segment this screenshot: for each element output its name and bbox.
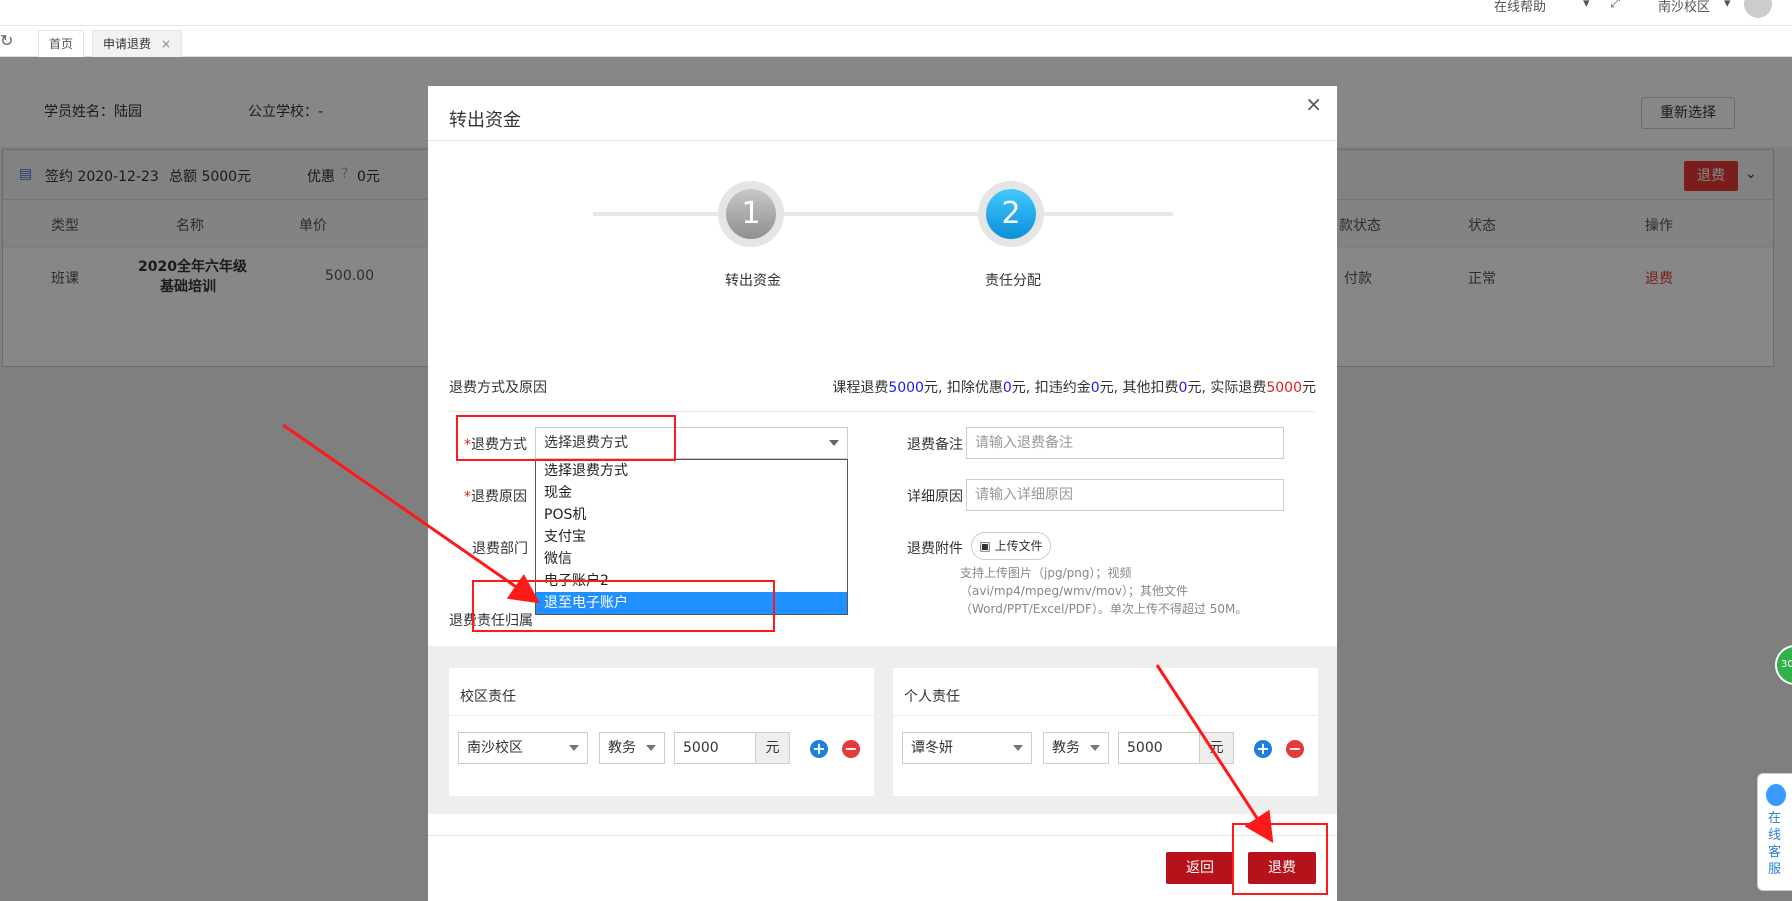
annotation-box bbox=[1232, 823, 1328, 895]
close-icon[interactable]: × bbox=[161, 37, 171, 51]
divider bbox=[893, 715, 1318, 716]
avatar[interactable] bbox=[1744, 0, 1772, 18]
annotation-box bbox=[456, 415, 676, 461]
role-select[interactable]: 教务 bbox=[599, 732, 665, 764]
amount-input[interactable]: 5000 元 bbox=[674, 732, 790, 764]
dept-label: 退费部门 bbox=[472, 541, 528, 557]
close-icon[interactable]: × bbox=[1305, 92, 1322, 116]
chevron-down-icon bbox=[569, 745, 579, 751]
add-icon[interactable]: + bbox=[1254, 740, 1272, 758]
section-title: 退费方式及原因 bbox=[449, 380, 547, 396]
tab-apply-refund[interactable]: 申请退费 × bbox=[92, 30, 183, 57]
campus-responsibility-card: 校区责任 南沙校区 教务 5000 元 + − bbox=[449, 668, 874, 796]
dropdown-option[interactable]: 微信 bbox=[536, 548, 847, 570]
modal-title: 转出资金 bbox=[449, 110, 521, 131]
upload-tip: 支持上传图片（jpg/png）；视频（avi/mp4/mpeg/wmv/mov）… bbox=[960, 566, 1248, 616]
step-progress-line bbox=[593, 212, 1173, 216]
refund-summary: 课程退费5000元, 扣除优惠0元, 扣违约金0元, 其他扣费0元, 实际退费5… bbox=[832, 380, 1316, 396]
divider bbox=[449, 715, 874, 716]
chevron-down-icon[interactable]: ▾ bbox=[1583, 0, 1590, 11]
amount-input[interactable]: 5000 元 bbox=[1118, 732, 1234, 764]
responsibility-area: 校区责任 南沙校区 教务 5000 元 + − 个人责任 谭冬妍 教务 5000 元… bbox=[428, 646, 1337, 814]
chevron-down-icon bbox=[829, 440, 839, 446]
online-service-widget[interactable]: 在线客服 bbox=[1757, 773, 1792, 891]
divider bbox=[449, 411, 1315, 412]
back-button[interactable]: 返回 bbox=[1166, 852, 1234, 884]
dropdown-option[interactable]: 支付宝 bbox=[536, 526, 847, 548]
top-bar: 在线帮助 ▾ ⤢ 南沙校区 ▾ bbox=[0, 0, 1792, 26]
divider bbox=[428, 835, 1337, 836]
person-select[interactable]: 谭冬妍 bbox=[902, 732, 1032, 764]
reason-label: *退费原因 bbox=[464, 489, 527, 505]
remove-icon[interactable]: − bbox=[842, 740, 860, 758]
campus-switch[interactable]: 南沙校区 bbox=[1658, 0, 1710, 15]
dropdown-option[interactable]: 现金 bbox=[536, 482, 847, 504]
annotation-box bbox=[472, 580, 775, 632]
camera-icon: ▣ bbox=[979, 539, 991, 553]
chevron-down-icon[interactable]: ▾ bbox=[1724, 0, 1731, 11]
tab-home[interactable]: 首页 bbox=[38, 30, 85, 57]
remark-label: 退费备注 bbox=[907, 437, 963, 453]
help-link[interactable]: 在线帮助 bbox=[1494, 0, 1546, 15]
chevron-down-icon bbox=[1013, 745, 1023, 751]
tab-bar: ↻ 首页 申请退费 × bbox=[0, 26, 1792, 57]
dropdown-option[interactable]: 选择退费方式 bbox=[536, 460, 847, 482]
detail-reason-input[interactable]: 请输入详细原因 bbox=[966, 479, 1284, 511]
personal-responsibility-card: 个人责任 谭冬妍 教务 5000 元 + − bbox=[893, 668, 1318, 796]
remove-icon[interactable]: − bbox=[1286, 740, 1304, 758]
online-service-label: 在线客服 bbox=[1768, 811, 1782, 877]
divider bbox=[428, 140, 1337, 141]
detail-label: 详细原因 bbox=[907, 489, 963, 505]
refresh-icon[interactable]: ↻ bbox=[0, 32, 18, 50]
add-icon[interactable]: + bbox=[810, 740, 828, 758]
step-2: 2 bbox=[978, 181, 1044, 247]
remark-input[interactable]: 请输入退费备注 bbox=[966, 427, 1284, 459]
fullscreen-icon[interactable]: ⤢ bbox=[1610, 0, 1620, 11]
customer-service-icon bbox=[1766, 784, 1786, 806]
card-title: 校区责任 bbox=[460, 689, 516, 705]
chevron-down-icon bbox=[646, 745, 656, 751]
card-title: 个人责任 bbox=[904, 689, 960, 705]
step-2-label: 责任分配 bbox=[985, 273, 1041, 289]
chevron-down-icon bbox=[1090, 745, 1100, 751]
transfer-funds-modal: 转出资金 × 1 2 转出资金 责任分配 退费方式及原因 课程退费5000元, … bbox=[428, 86, 1337, 901]
attachment-label: 退费附件 bbox=[907, 541, 963, 557]
campus-select[interactable]: 南沙校区 bbox=[458, 732, 588, 764]
upload-button[interactable]: ▣ 上传文件 bbox=[971, 532, 1051, 560]
dropdown-option[interactable]: POS机 bbox=[536, 504, 847, 526]
step-1: 1 bbox=[718, 181, 784, 247]
role-select[interactable]: 教务 bbox=[1043, 732, 1109, 764]
step-1-label: 转出资金 bbox=[725, 273, 781, 289]
